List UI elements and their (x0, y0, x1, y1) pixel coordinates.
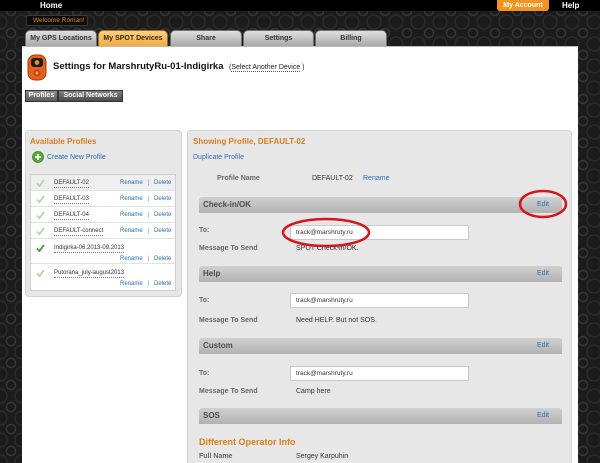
section-title: Check-in/OK (203, 200, 252, 209)
message-label: Message To Send (199, 317, 258, 324)
spot-device-icon (27, 54, 47, 81)
profile-name[interactable]: DEFAULT-02 (54, 179, 89, 188)
section-title: SOS (203, 411, 220, 420)
tab-my-gps-locations[interactable]: My GPS Locations (25, 30, 97, 46)
profile-list: DEFAULT-02 Rename | Delete DEFAULT-03 Re… (30, 174, 176, 291)
profile-row[interactable]: DEFAULT-02 Rename | Delete (31, 175, 175, 191)
profile-name-label: Profile Name (217, 175, 260, 182)
profile-name[interactable]: DEFAULT-connect (54, 227, 104, 236)
delete-link[interactable]: Delete (154, 195, 171, 203)
edit-link[interactable]: Edit (537, 266, 549, 282)
profile-row[interactable]: DEFAULT-04 Rename | Delete (31, 207, 175, 223)
message-label: Message To Send (199, 245, 258, 252)
available-profiles-title: Available Profiles (30, 137, 97, 146)
rename-link[interactable]: Rename (120, 227, 143, 235)
my-account-button[interactable]: My Account (497, 0, 549, 11)
rename-link[interactable]: Rename (120, 280, 143, 288)
profile-name[interactable]: DEFAULT-03 (54, 195, 89, 204)
add-circle-icon[interactable] (32, 151, 44, 163)
section-bar-help: Help Edit (199, 266, 562, 282)
rename-link[interactable]: Rename (120, 211, 143, 219)
edit-link[interactable]: Edit (537, 197, 549, 213)
full-name-value: Sergey Karpuhin (296, 453, 349, 460)
tab-my-spot-devices[interactable]: My SPOT Devices (98, 30, 168, 46)
link-separator: | (148, 212, 150, 218)
duplicate-profile-link[interactable]: Duplicate Profile (193, 153, 244, 162)
tab-billing[interactable]: Billing (315, 30, 387, 46)
check-in-to-field[interactable] (290, 225, 469, 240)
checkmark-icon (36, 211, 45, 219)
profile-name-value: DEFAULT-02 (312, 175, 353, 182)
home-link[interactable]: Home (40, 1, 62, 10)
link-separator: | (148, 196, 150, 202)
link-separator: | (148, 256, 150, 262)
to-label: To: (199, 227, 210, 234)
link-separator: | (148, 281, 150, 287)
rename-link[interactable]: Rename (120, 255, 143, 263)
check-in-message: SPOT Check-in/OK. (296, 245, 359, 252)
section-bar-custom: Custom Edit (199, 338, 562, 354)
profile-detail-panel: Showing Profile, DEFAULT-02 Duplicate Pr… (187, 130, 572, 463)
custom-message: Camp here (296, 388, 331, 395)
link-separator: | (148, 180, 150, 186)
operator-info-title: Different Operator Info (199, 437, 296, 447)
to-label: To: (199, 370, 210, 377)
profile-row[interactable]: DEFAULT-03 Rename | Delete (31, 191, 175, 207)
top-bar: Home My Account Help (0, 0, 600, 11)
full-name-label: Full Name (199, 453, 233, 460)
help-message: Need HELP. But not SOS. (296, 317, 377, 324)
tab-share[interactable]: Share (170, 30, 242, 46)
available-profiles-panel: Available Profiles Create New Profile DE… (25, 130, 182, 297)
profile-detail-title: Showing Profile, DEFAULT-02 (193, 137, 306, 146)
help-to-field[interactable] (290, 293, 469, 308)
edit-link[interactable]: Edit (537, 338, 549, 354)
checkmark-icon (36, 244, 45, 252)
select-device: (Select Another Device ) (229, 63, 305, 72)
to-label: To: (199, 297, 210, 304)
section-title: Help (203, 269, 221, 278)
checkmark-icon (36, 227, 45, 235)
social-networks-button[interactable]: Social Networks (58, 90, 123, 102)
select-device-suffix: ) (300, 64, 305, 71)
message-label: Message To Send (199, 388, 258, 395)
rename-profile-link[interactable]: Rename (363, 174, 389, 183)
app-root: Home My Account Help Welcome Roman! My G… (0, 0, 600, 463)
rename-link[interactable]: Rename (120, 195, 143, 203)
profile-row[interactable]: DEFAULT-connect Rename | Delete (31, 223, 175, 239)
custom-to-field[interactable] (290, 366, 469, 381)
profiles-button[interactable]: Profiles (25, 90, 58, 102)
checkmark-icon (36, 269, 45, 277)
checkmark-icon (36, 195, 45, 203)
edit-link[interactable]: Edit (537, 408, 549, 424)
section-title: Custom (203, 341, 233, 350)
delete-link[interactable]: Delete (154, 255, 171, 263)
delete-link[interactable]: Delete (154, 179, 171, 187)
section-bar-check-in-ok: Check-in/OK Edit (199, 197, 562, 213)
section-bar-sos: SOS Edit (199, 408, 562, 424)
profile-name[interactable]: DEFAULT-04 (54, 211, 89, 220)
rename-link[interactable]: Rename (120, 179, 143, 187)
select-another-device-link[interactable]: Select Another Device (231, 64, 301, 72)
delete-link[interactable]: Delete (154, 227, 171, 235)
create-new-profile-link[interactable]: Create New Profile (47, 153, 106, 162)
delete-link[interactable]: Delete (154, 280, 171, 288)
profile-row[interactable]: Putorana_july-august2013 Rename | Delete (31, 264, 175, 290)
profile-row[interactable]: Indigirka-06.2013-09.2013 Rename | Delet… (31, 239, 175, 264)
delete-link[interactable]: Delete (154, 211, 171, 219)
profile-name[interactable]: Putorana_july-august2013 (54, 269, 125, 278)
profile-name[interactable]: Indigirka-06.2013-09.2013 (54, 244, 125, 253)
checkmark-icon (36, 179, 45, 187)
help-link[interactable]: Help (562, 1, 579, 10)
link-separator: | (148, 228, 150, 234)
welcome-label: Welcome Roman! (26, 15, 88, 26)
page-title: Settings for MarshrutyRu-01-Indigirka (53, 61, 224, 72)
tab-settings[interactable]: Settings (243, 30, 314, 46)
